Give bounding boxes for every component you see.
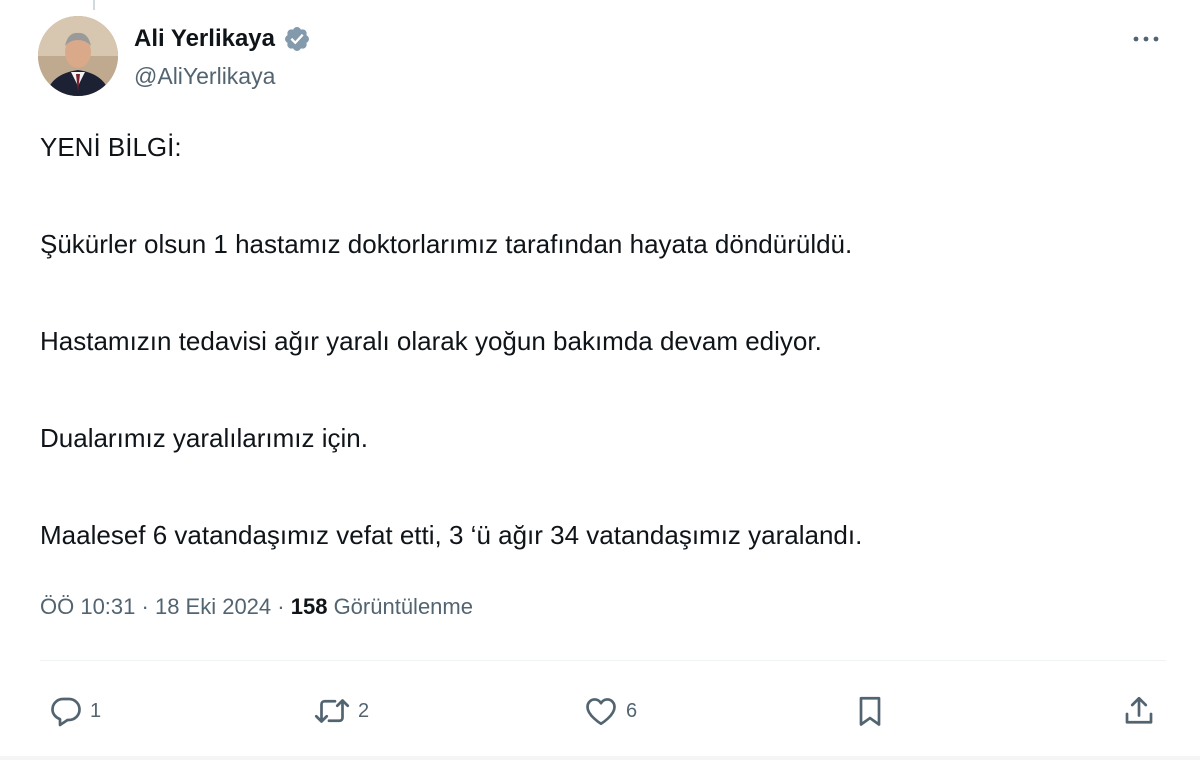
thread-connector-line	[93, 0, 95, 10]
meta-separator: ·	[271, 594, 291, 619]
tweet-metadata: ÖÖ 10:31 · 18 Eki 2024 · 158 Görüntülenm…	[40, 590, 473, 624]
tweet-paragraph: Dualarımız yaralılarımız için.	[40, 423, 368, 453]
repost-button[interactable]: 2	[312, 686, 369, 736]
like-button[interactable]: 6	[582, 686, 637, 736]
author-handle[interactable]: @AliYerlikaya	[134, 60, 311, 92]
tweet-paragraph: YENİ BİLGİ:	[40, 132, 182, 162]
heart-icon	[586, 698, 616, 726]
tweet-header: Ali Yerlikaya @AliYerlikaya	[38, 16, 1170, 100]
verified-badge-icon[interactable]	[283, 25, 311, 53]
more-options-button[interactable]	[1126, 24, 1166, 54]
repost-icon	[314, 699, 350, 723]
author-info: Ali Yerlikaya @AliYerlikaya	[134, 22, 311, 92]
action-bar: 1 2 6	[0, 686, 1200, 736]
tweet-time[interactable]: ÖÖ 10:31	[40, 594, 135, 619]
share-button[interactable]	[1120, 686, 1158, 736]
more-dots-icon	[1133, 36, 1159, 42]
share-icon	[1125, 696, 1153, 724]
tweet-paragraph: Hastamızın tedavisi ağır yaralı olarak y…	[40, 326, 822, 356]
avatar[interactable]	[38, 16, 118, 96]
meta-separator: ·	[135, 594, 155, 619]
name-row: Ali Yerlikaya	[134, 22, 311, 56]
tweet-date[interactable]: 18 Eki 2024	[155, 594, 271, 619]
reply-icon	[51, 697, 81, 727]
bottom-border	[0, 756, 1200, 760]
reply-count: 1	[90, 699, 102, 722]
divider	[40, 660, 1166, 661]
like-count: 6	[626, 699, 638, 722]
tweet-paragraph: Şükürler olsun 1 hastamız doktorlarımız …	[40, 229, 853, 259]
views-count[interactable]: 158	[291, 594, 328, 619]
bookmark-icon	[859, 696, 881, 726]
bookmark-button[interactable]	[852, 686, 888, 736]
reply-button[interactable]: 1	[48, 686, 101, 736]
repost-count: 2	[358, 699, 370, 722]
views-label[interactable]: Görüntülenme	[334, 594, 473, 619]
tweet-paragraph: Maalesef 6 vatandaşımız vefat etti, 3 ‘ü…	[40, 520, 863, 550]
tweet-text: YENİ BİLGİ: Şükürler olsun 1 hastamız do…	[40, 130, 1160, 552]
author-display-name[interactable]: Ali Yerlikaya	[134, 22, 275, 56]
